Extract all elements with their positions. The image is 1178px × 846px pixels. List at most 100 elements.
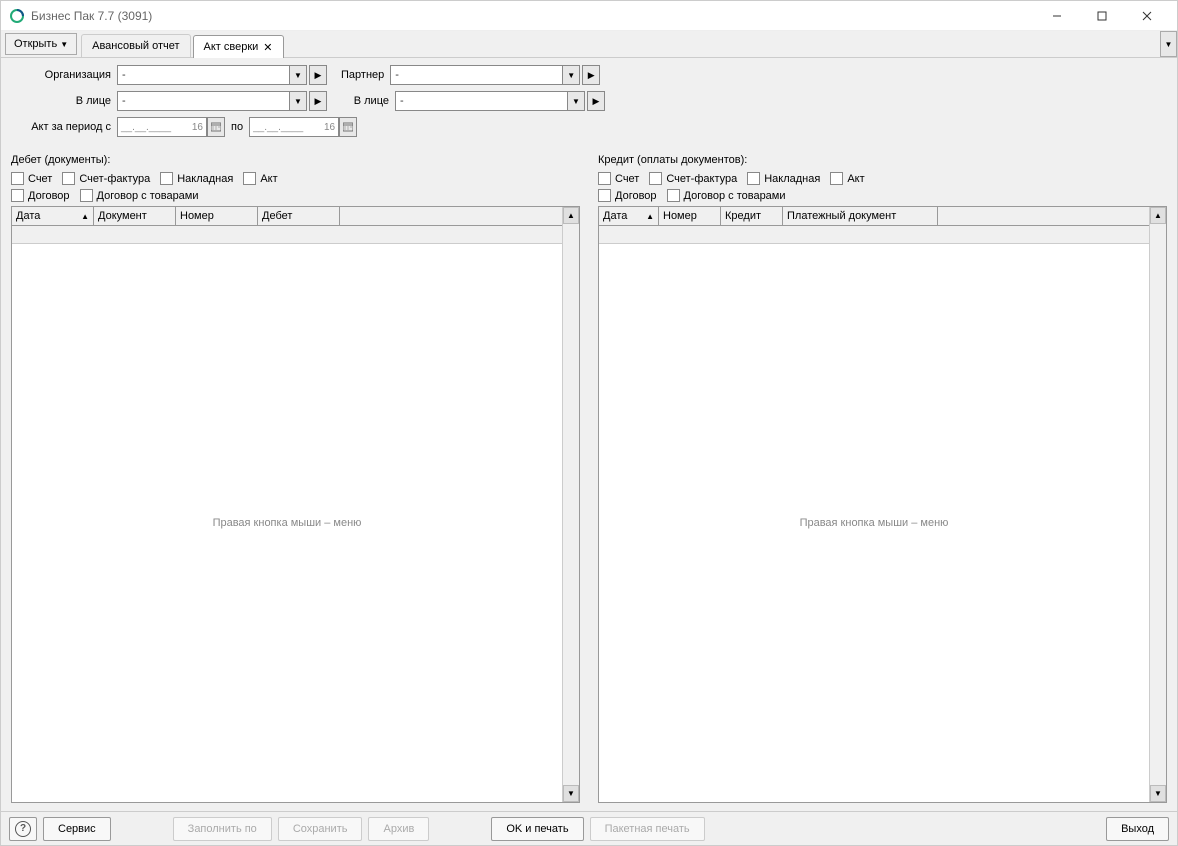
chevron-down-icon[interactable]: ▼ <box>289 92 306 110</box>
col-kredit[interactable]: Кредит <box>721 207 783 226</box>
checkbox-icon <box>667 189 680 202</box>
table-row[interactable] <box>12 226 562 244</box>
save-button[interactable]: Сохранить <box>278 817 363 841</box>
chevron-down-icon[interactable]: ▼ <box>289 66 306 84</box>
col-nomer[interactable]: Номер <box>176 207 258 226</box>
debit-scrollbar[interactable]: ▲ ▼ <box>562 207 579 802</box>
tabs-overflow-button[interactable]: ▼ <box>1160 31 1177 57</box>
chk-nakladnaya[interactable]: Накладная <box>160 172 233 185</box>
org-label: Организация <box>11 69 111 81</box>
debit-table-body[interactable]: Правая кнопка мыши – меню <box>12 244 562 802</box>
person-left-details-button[interactable]: ▶ <box>309 91 327 111</box>
col-data[interactable]: Дата▲ <box>12 207 94 226</box>
help-button[interactable]: ? <box>9 817 37 841</box>
checkbox-icon <box>160 172 173 185</box>
chk-schet-faktura[interactable]: Счет-фактура <box>649 172 737 185</box>
checkbox-icon <box>243 172 256 185</box>
person-right-details-button[interactable]: ▶ <box>587 91 605 111</box>
col-debet[interactable]: Дебет <box>258 207 340 226</box>
checkbox-icon <box>11 189 24 202</box>
chevron-down-icon[interactable]: ▼ <box>567 92 584 110</box>
checkbox-icon <box>598 189 611 202</box>
credit-table: Дата▲ Номер Кредит Платежный документ Пр… <box>598 206 1167 803</box>
tab-label: Акт сверки <box>204 41 259 53</box>
chk-label: Акт <box>847 173 864 185</box>
credit-checks-row1: Счет Счет-фактура Накладная Акт <box>598 172 1167 185</box>
scroll-down-icon[interactable]: ▼ <box>1150 785 1166 802</box>
col-data[interactable]: Дата▲ <box>599 207 659 226</box>
maximize-button[interactable] <box>1079 2 1124 30</box>
exit-button[interactable]: Выход <box>1106 817 1169 841</box>
date-from-value: __.__.____ <box>121 122 192 133</box>
date-to-input[interactable]: __.__.____ 16 <box>249 117 339 137</box>
chk-akt[interactable]: Акт <box>243 172 277 185</box>
partner-value: - <box>391 69 562 81</box>
chk-dogovor-s-tovarami[interactable]: Договор с товарами <box>80 189 199 202</box>
calendar-icon <box>343 122 353 132</box>
chk-label: Договор с товарами <box>684 190 786 202</box>
scroll-down-icon[interactable]: ▼ <box>563 785 579 802</box>
credit-table-body[interactable]: Правая кнопка мыши – меню <box>599 244 1149 802</box>
person-left-label: В лице <box>11 95 111 107</box>
date-from-input[interactable]: __.__.____ 16 <box>117 117 207 137</box>
date-from-picker-button[interactable] <box>207 117 225 137</box>
sort-asc-icon: ▲ <box>646 212 654 221</box>
date-to-value: __.__.____ <box>253 122 324 133</box>
org-combo[interactable]: - ▼ <box>117 65 307 85</box>
person-right-combo[interactable]: - ▼ <box>395 91 585 111</box>
chevron-down-icon[interactable]: ▼ <box>562 66 579 84</box>
chk-dogovor-s-tovarami[interactable]: Договор с товарами <box>667 189 786 202</box>
close-button[interactable] <box>1124 2 1169 30</box>
scroll-up-icon[interactable]: ▲ <box>563 207 579 224</box>
chk-schet-faktura[interactable]: Счет-фактура <box>62 172 150 185</box>
credit-scrollbar[interactable]: ▲ ▼ <box>1149 207 1166 802</box>
minimize-button[interactable] <box>1034 2 1079 30</box>
chk-label: Накладная <box>177 173 233 185</box>
ok-print-button[interactable]: OK и печать <box>491 817 583 841</box>
open-label: Открыть <box>14 38 57 50</box>
chk-label: Счет <box>615 173 639 185</box>
col-spacer <box>938 207 1149 226</box>
debit-checks-row1: Счет Счет-фактура Накладная Акт <box>11 172 580 185</box>
fill-button[interactable]: Заполнить по <box>173 817 272 841</box>
person-left-combo[interactable]: - ▼ <box>117 91 307 111</box>
chk-akt[interactable]: Акт <box>830 172 864 185</box>
period-to-label: по <box>231 121 243 133</box>
tab-close-icon[interactable]: ✕ <box>263 41 272 54</box>
checkbox-icon <box>830 172 843 185</box>
open-menu-button[interactable]: Открыть ▼ <box>5 33 77 55</box>
main-columns: Дебет (документы): Счет Счет-фактура Нак… <box>1 150 1177 803</box>
col-nomer[interactable]: Номер <box>659 207 721 226</box>
chk-schet[interactable]: Счет <box>11 172 52 185</box>
partner-label: Партнер <box>341 69 384 81</box>
chk-dogovor[interactable]: Договор <box>11 189 70 202</box>
scroll-track[interactable] <box>563 224 579 785</box>
scroll-up-icon[interactable]: ▲ <box>1150 207 1166 224</box>
chk-label: Счет <box>28 173 52 185</box>
scroll-track[interactable] <box>1150 224 1166 785</box>
service-button[interactable]: Сервис <box>43 817 111 841</box>
org-details-button[interactable]: ▶ <box>309 65 327 85</box>
titlebar: Бизнес Пак 7.7 (3091) <box>1 1 1177 31</box>
tab-avansovyy-otchet[interactable]: Авансовый отчет <box>81 34 190 57</box>
app-icon <box>9 8 25 24</box>
partner-combo[interactable]: - ▼ <box>390 65 580 85</box>
checkbox-icon <box>747 172 760 185</box>
chk-label: Договор <box>28 190 70 202</box>
chk-schet[interactable]: Счет <box>598 172 639 185</box>
batch-print-button[interactable]: Пакетная печать <box>590 817 705 841</box>
date-from-suffix: 16 <box>192 122 203 133</box>
chk-dogovor[interactable]: Договор <box>598 189 657 202</box>
credit-table-header: Дата▲ Номер Кредит Платежный документ <box>599 207 1149 226</box>
archive-button[interactable]: Архив <box>368 817 429 841</box>
table-row[interactable] <box>599 226 1149 244</box>
partner-details-button[interactable]: ▶ <box>582 65 600 85</box>
col-dokument[interactable]: Документ <box>94 207 176 226</box>
date-to-picker-button[interactable] <box>339 117 357 137</box>
checkbox-icon <box>11 172 24 185</box>
chk-nakladnaya[interactable]: Накладная <box>747 172 820 185</box>
col-platezhnyy-dokument[interactable]: Платежный документ <box>783 207 938 226</box>
tab-akt-sverki[interactable]: Акт сверки ✕ <box>193 35 284 58</box>
debit-title: Дебет (документы): <box>11 154 580 166</box>
calendar-icon <box>211 122 221 132</box>
